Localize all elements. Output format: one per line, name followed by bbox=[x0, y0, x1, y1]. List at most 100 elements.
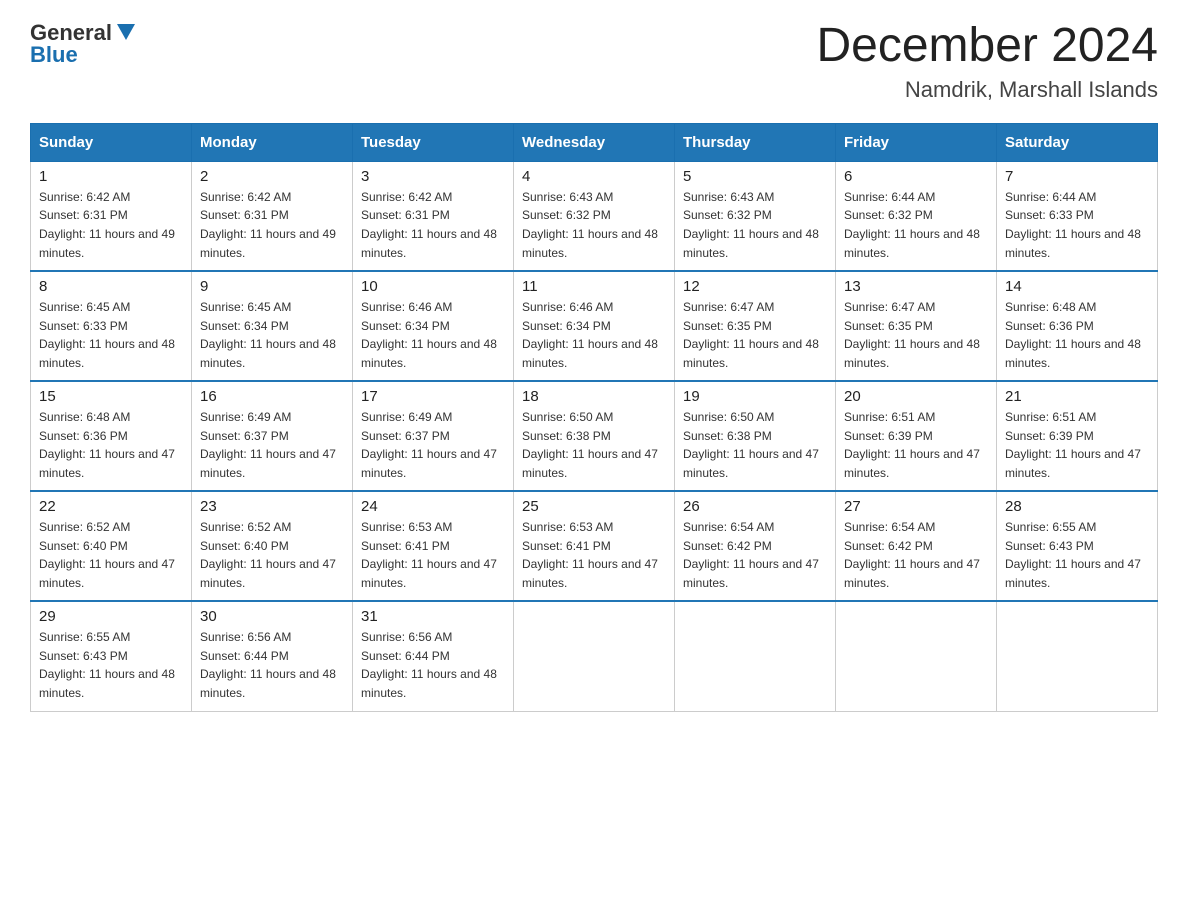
day-info: Sunrise: 6:50 AMSunset: 6:38 PMDaylight:… bbox=[522, 408, 666, 482]
calendar-cell: 8 Sunrise: 6:45 AMSunset: 6:33 PMDayligh… bbox=[31, 271, 192, 381]
day-number: 14 bbox=[1005, 278, 1149, 295]
column-header-tuesday: Tuesday bbox=[353, 123, 514, 161]
day-info: Sunrise: 6:42 AMSunset: 6:31 PMDaylight:… bbox=[361, 188, 505, 262]
calendar-cell: 16 Sunrise: 6:49 AMSunset: 6:37 PMDaylig… bbox=[192, 381, 353, 491]
logo-wordmark: General Blue bbox=[30, 20, 137, 66]
day-info: Sunrise: 6:49 AMSunset: 6:37 PMDaylight:… bbox=[200, 408, 344, 482]
day-number: 12 bbox=[683, 278, 827, 295]
calendar-cell bbox=[675, 601, 836, 711]
day-number: 21 bbox=[1005, 388, 1149, 405]
calendar-cell: 11 Sunrise: 6:46 AMSunset: 6:34 PMDaylig… bbox=[514, 271, 675, 381]
calendar-cell: 22 Sunrise: 6:52 AMSunset: 6:40 PMDaylig… bbox=[31, 491, 192, 601]
page-header: General Blue December 2024 Namdrik, Mars… bbox=[30, 20, 1158, 103]
day-info: Sunrise: 6:46 AMSunset: 6:34 PMDaylight:… bbox=[522, 298, 666, 372]
day-number: 6 bbox=[844, 168, 988, 185]
column-header-saturday: Saturday bbox=[997, 123, 1158, 161]
day-number: 11 bbox=[522, 278, 666, 295]
column-header-friday: Friday bbox=[836, 123, 997, 161]
day-info: Sunrise: 6:55 AMSunset: 6:43 PMDaylight:… bbox=[39, 628, 183, 702]
day-info: Sunrise: 6:54 AMSunset: 6:42 PMDaylight:… bbox=[683, 518, 827, 592]
day-info: Sunrise: 6:47 AMSunset: 6:35 PMDaylight:… bbox=[683, 298, 827, 372]
day-info: Sunrise: 6:56 AMSunset: 6:44 PMDaylight:… bbox=[200, 628, 344, 702]
calendar-cell: 13 Sunrise: 6:47 AMSunset: 6:35 PMDaylig… bbox=[836, 271, 997, 381]
calendar-cell: 4 Sunrise: 6:43 AMSunset: 6:32 PMDayligh… bbox=[514, 161, 675, 271]
calendar-cell: 10 Sunrise: 6:46 AMSunset: 6:34 PMDaylig… bbox=[353, 271, 514, 381]
calendar-week-row: 29 Sunrise: 6:55 AMSunset: 6:43 PMDaylig… bbox=[31, 601, 1158, 711]
location-subtitle: Namdrik, Marshall Islands bbox=[816, 77, 1158, 103]
day-info: Sunrise: 6:50 AMSunset: 6:38 PMDaylight:… bbox=[683, 408, 827, 482]
day-info: Sunrise: 6:48 AMSunset: 6:36 PMDaylight:… bbox=[39, 408, 183, 482]
calendar-cell: 28 Sunrise: 6:55 AMSunset: 6:43 PMDaylig… bbox=[997, 491, 1158, 601]
day-number: 15 bbox=[39, 388, 183, 405]
logo: General Blue bbox=[30, 20, 137, 66]
day-info: Sunrise: 6:51 AMSunset: 6:39 PMDaylight:… bbox=[844, 408, 988, 482]
calendar-cell: 21 Sunrise: 6:51 AMSunset: 6:39 PMDaylig… bbox=[997, 381, 1158, 491]
day-number: 19 bbox=[683, 388, 827, 405]
day-number: 3 bbox=[361, 168, 505, 185]
day-number: 20 bbox=[844, 388, 988, 405]
calendar-cell: 9 Sunrise: 6:45 AMSunset: 6:34 PMDayligh… bbox=[192, 271, 353, 381]
day-info: Sunrise: 6:51 AMSunset: 6:39 PMDaylight:… bbox=[1005, 408, 1149, 482]
day-info: Sunrise: 6:44 AMSunset: 6:33 PMDaylight:… bbox=[1005, 188, 1149, 262]
calendar-cell: 17 Sunrise: 6:49 AMSunset: 6:37 PMDaylig… bbox=[353, 381, 514, 491]
calendar-header-row: SundayMondayTuesdayWednesdayThursdayFrid… bbox=[31, 123, 1158, 161]
logo-general-text: General bbox=[30, 22, 112, 44]
calendar-cell: 19 Sunrise: 6:50 AMSunset: 6:38 PMDaylig… bbox=[675, 381, 836, 491]
day-info: Sunrise: 6:45 AMSunset: 6:33 PMDaylight:… bbox=[39, 298, 183, 372]
day-number: 18 bbox=[522, 388, 666, 405]
day-number: 5 bbox=[683, 168, 827, 185]
day-info: Sunrise: 6:53 AMSunset: 6:41 PMDaylight:… bbox=[522, 518, 666, 592]
day-number: 24 bbox=[361, 498, 505, 515]
calendar-cell: 20 Sunrise: 6:51 AMSunset: 6:39 PMDaylig… bbox=[836, 381, 997, 491]
day-number: 8 bbox=[39, 278, 183, 295]
day-number: 30 bbox=[200, 608, 344, 625]
calendar-cell: 24 Sunrise: 6:53 AMSunset: 6:41 PMDaylig… bbox=[353, 491, 514, 601]
day-info: Sunrise: 6:42 AMSunset: 6:31 PMDaylight:… bbox=[39, 188, 183, 262]
column-header-thursday: Thursday bbox=[675, 123, 836, 161]
day-info: Sunrise: 6:53 AMSunset: 6:41 PMDaylight:… bbox=[361, 518, 505, 592]
day-number: 13 bbox=[844, 278, 988, 295]
day-number: 16 bbox=[200, 388, 344, 405]
calendar-cell: 12 Sunrise: 6:47 AMSunset: 6:35 PMDaylig… bbox=[675, 271, 836, 381]
day-number: 17 bbox=[361, 388, 505, 405]
day-number: 31 bbox=[361, 608, 505, 625]
calendar-table: SundayMondayTuesdayWednesdayThursdayFrid… bbox=[30, 123, 1158, 712]
day-number: 28 bbox=[1005, 498, 1149, 515]
calendar-week-row: 15 Sunrise: 6:48 AMSunset: 6:36 PMDaylig… bbox=[31, 381, 1158, 491]
day-info: Sunrise: 6:44 AMSunset: 6:32 PMDaylight:… bbox=[844, 188, 988, 262]
calendar-cell: 5 Sunrise: 6:43 AMSunset: 6:32 PMDayligh… bbox=[675, 161, 836, 271]
month-title: December 2024 bbox=[816, 20, 1158, 73]
calendar-cell: 23 Sunrise: 6:52 AMSunset: 6:40 PMDaylig… bbox=[192, 491, 353, 601]
day-info: Sunrise: 6:52 AMSunset: 6:40 PMDaylight:… bbox=[39, 518, 183, 592]
calendar-cell: 15 Sunrise: 6:48 AMSunset: 6:36 PMDaylig… bbox=[31, 381, 192, 491]
day-info: Sunrise: 6:55 AMSunset: 6:43 PMDaylight:… bbox=[1005, 518, 1149, 592]
column-header-sunday: Sunday bbox=[31, 123, 192, 161]
day-number: 10 bbox=[361, 278, 505, 295]
calendar-cell: 1 Sunrise: 6:42 AMSunset: 6:31 PMDayligh… bbox=[31, 161, 192, 271]
logo-triangle-icon bbox=[115, 20, 137, 42]
calendar-cell: 2 Sunrise: 6:42 AMSunset: 6:31 PMDayligh… bbox=[192, 161, 353, 271]
calendar-cell: 3 Sunrise: 6:42 AMSunset: 6:31 PMDayligh… bbox=[353, 161, 514, 271]
day-info: Sunrise: 6:56 AMSunset: 6:44 PMDaylight:… bbox=[361, 628, 505, 702]
day-number: 7 bbox=[1005, 168, 1149, 185]
calendar-cell: 29 Sunrise: 6:55 AMSunset: 6:43 PMDaylig… bbox=[31, 601, 192, 711]
day-info: Sunrise: 6:43 AMSunset: 6:32 PMDaylight:… bbox=[522, 188, 666, 262]
day-number: 29 bbox=[39, 608, 183, 625]
logo-blue-text: Blue bbox=[30, 44, 78, 66]
day-info: Sunrise: 6:49 AMSunset: 6:37 PMDaylight:… bbox=[361, 408, 505, 482]
calendar-cell: 27 Sunrise: 6:54 AMSunset: 6:42 PMDaylig… bbox=[836, 491, 997, 601]
day-number: 4 bbox=[522, 168, 666, 185]
day-number: 1 bbox=[39, 168, 183, 185]
day-info: Sunrise: 6:42 AMSunset: 6:31 PMDaylight:… bbox=[200, 188, 344, 262]
day-info: Sunrise: 6:46 AMSunset: 6:34 PMDaylight:… bbox=[361, 298, 505, 372]
calendar-week-row: 22 Sunrise: 6:52 AMSunset: 6:40 PMDaylig… bbox=[31, 491, 1158, 601]
calendar-cell: 7 Sunrise: 6:44 AMSunset: 6:33 PMDayligh… bbox=[997, 161, 1158, 271]
day-number: 22 bbox=[39, 498, 183, 515]
day-info: Sunrise: 6:54 AMSunset: 6:42 PMDaylight:… bbox=[844, 518, 988, 592]
calendar-cell: 31 Sunrise: 6:56 AMSunset: 6:44 PMDaylig… bbox=[353, 601, 514, 711]
day-number: 2 bbox=[200, 168, 344, 185]
day-info: Sunrise: 6:43 AMSunset: 6:32 PMDaylight:… bbox=[683, 188, 827, 262]
day-info: Sunrise: 6:45 AMSunset: 6:34 PMDaylight:… bbox=[200, 298, 344, 372]
calendar-cell: 6 Sunrise: 6:44 AMSunset: 6:32 PMDayligh… bbox=[836, 161, 997, 271]
day-number: 26 bbox=[683, 498, 827, 515]
